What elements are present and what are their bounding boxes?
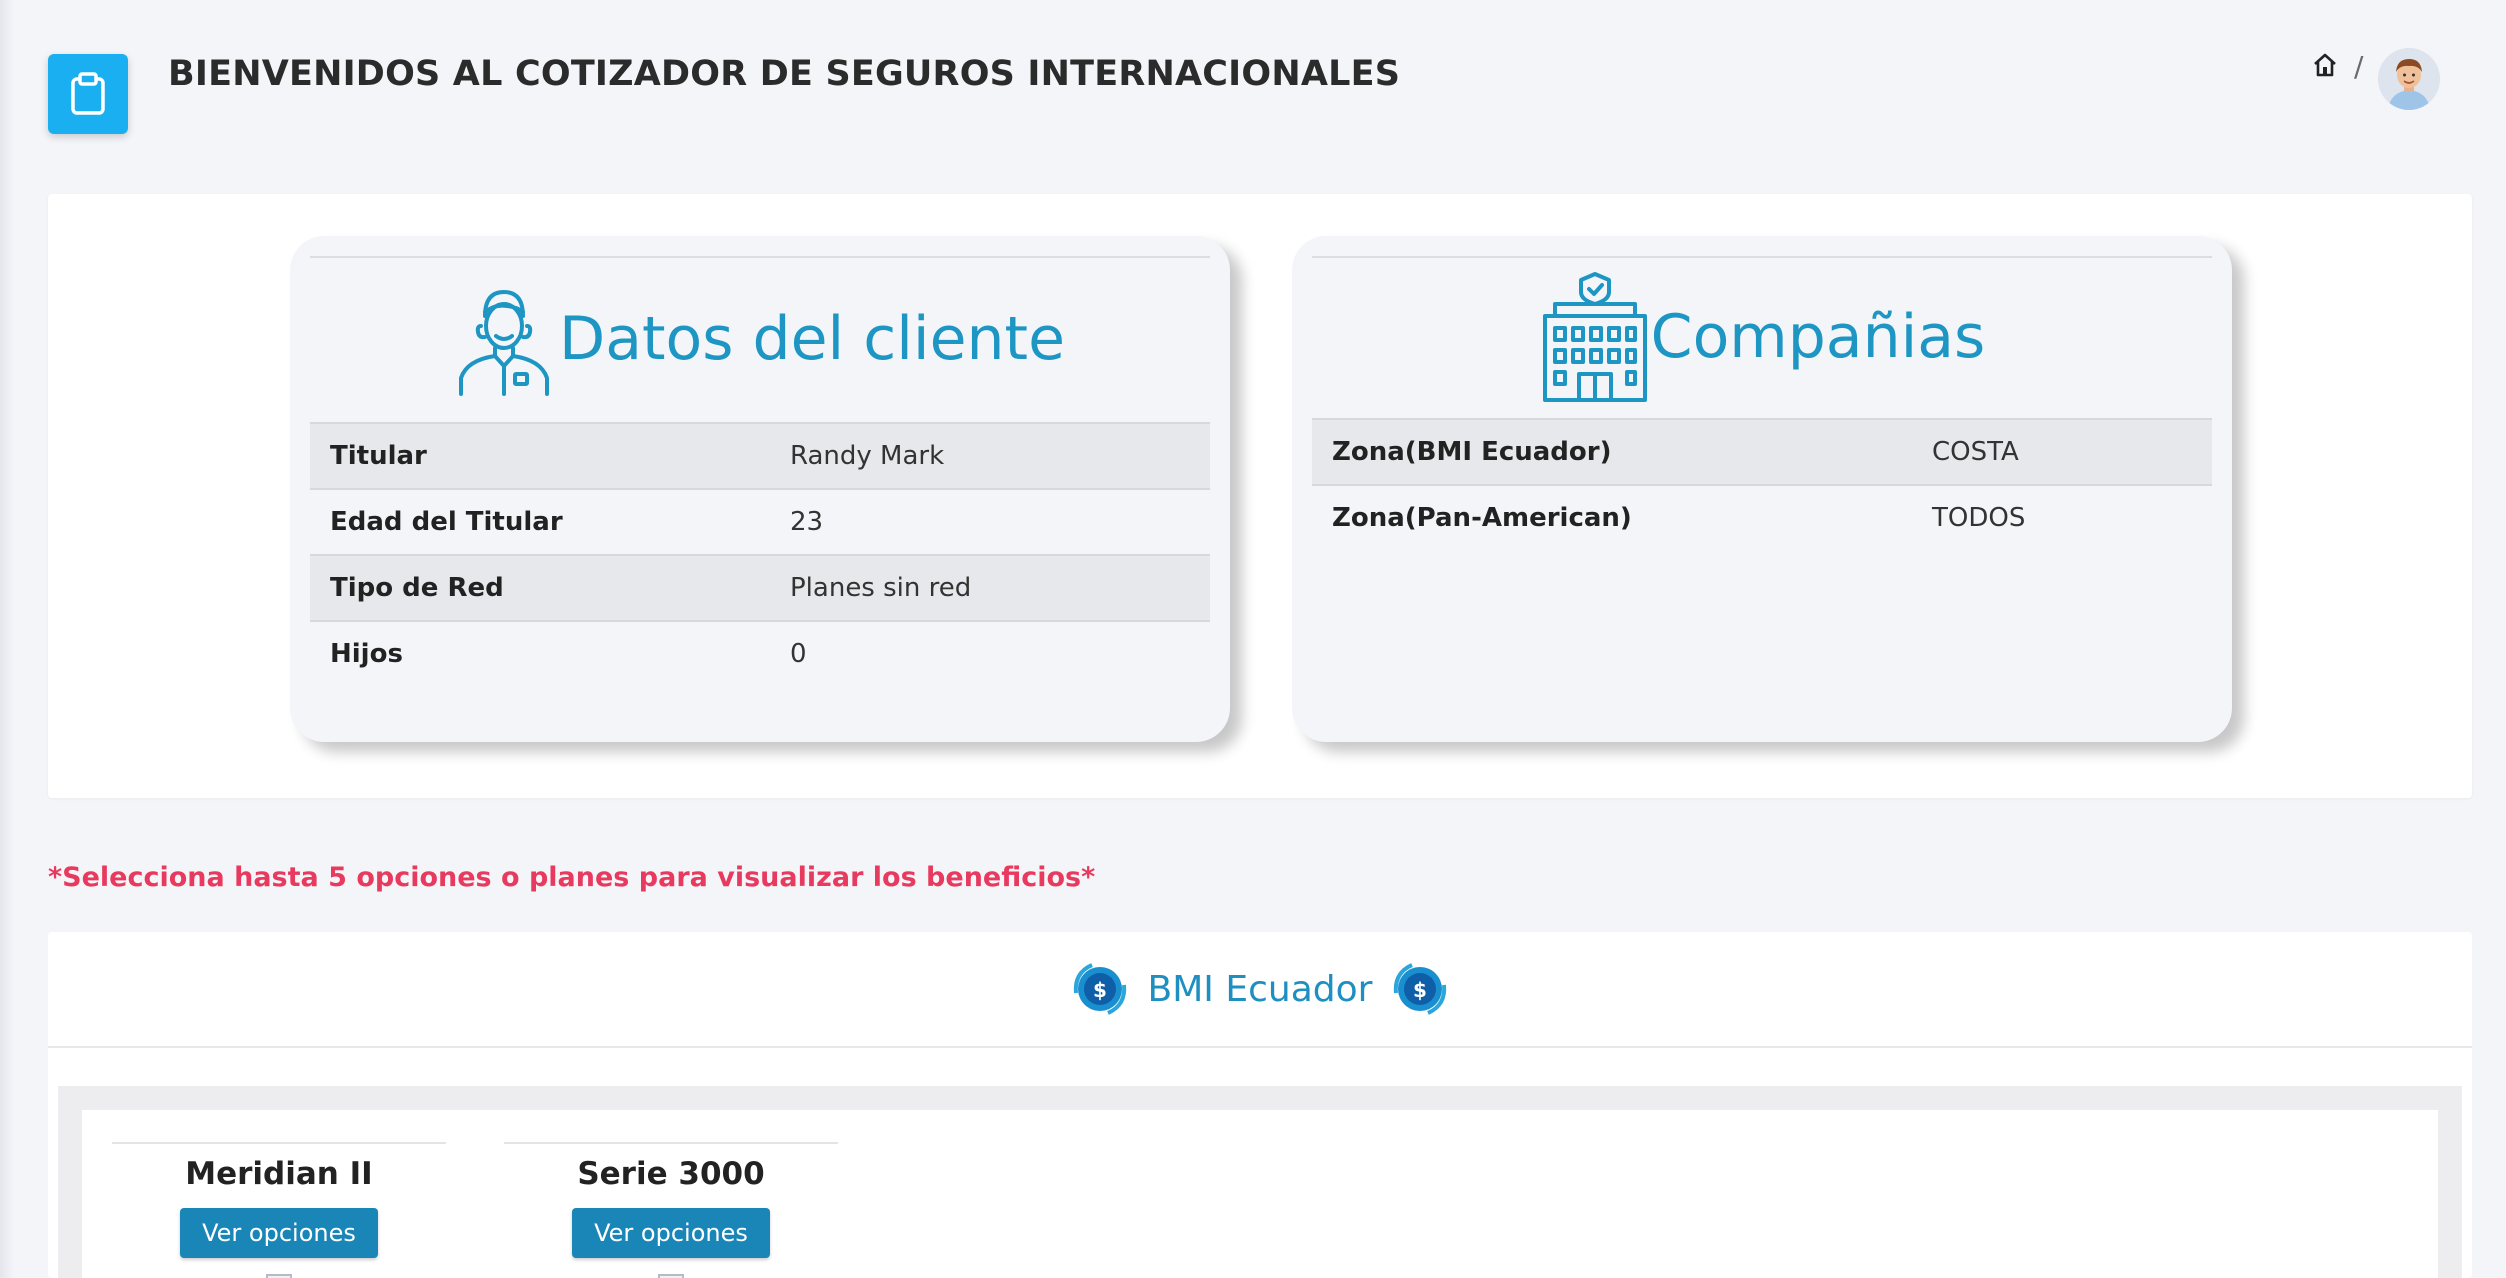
row-value: 23 [790,507,824,537]
breadcrumb-separator: / [2354,50,2364,83]
table-row: Titular Randy Mark [310,422,1210,488]
table-row: Hijos 0 [310,620,1210,686]
plan-card: Meridian II Ver opciones [112,1142,446,1278]
plan-image-placeholder [658,1274,684,1278]
row-value: TODOS [1932,503,2026,533]
company-header: $ BMI Ecuador $ [48,932,2472,1048]
dollar-coin-icon: $ [1390,959,1450,1019]
person-icon [455,282,553,396]
home-icon[interactable] [2312,52,2338,82]
companies-panel-header: Compañias [1292,270,2232,404]
plan-name: Serie 3000 [577,1156,765,1192]
divider [1312,256,2212,258]
selection-notice: *Selecciona hasta 5 opciones o planes pa… [48,862,1096,893]
plans-list: Meridian II Ver opciones Serie 3000 Ver … [82,1110,2438,1278]
table-row: Zona(Pan-American) TODOS [1312,484,2212,550]
view-options-button[interactable]: Ver opciones [572,1208,770,1258]
table-row: Zona(BMI Ecuador) COSTA [1312,418,2212,484]
view-options-button[interactable]: Ver opciones [180,1208,378,1258]
divider [310,256,1210,258]
svg-text:$: $ [1093,978,1107,1002]
companies-panel-title: Compañias [1650,302,1986,372]
row-label: Tipo de Red [330,573,504,603]
divider [504,1142,838,1144]
client-data-panel: Datos del cliente Titular Randy Mark Eda… [290,236,1230,742]
breadcrumb: / [2312,50,2363,83]
plan-card: Serie 3000 Ver opciones [504,1142,838,1278]
user-avatar[interactable] [2378,48,2440,110]
row-value: Randy Mark [790,441,945,471]
sidebar-edge [0,0,14,1278]
row-label: Titular [330,441,427,471]
row-label: Hijos [330,639,403,669]
companies-panel: Compañias Zona(BMI Ecuador) COSTA Zona(P… [1292,236,2232,742]
row-value: COSTA [1932,437,2019,467]
clipboard-icon [48,54,128,134]
row-label: Edad del Titular [330,507,563,537]
companies-table: Zona(BMI Ecuador) COSTA Zona(Pan-America… [1312,418,2212,550]
plan-name: Meridian II [185,1156,373,1192]
plan-image-placeholder [266,1274,292,1278]
row-value: 0 [790,639,807,669]
client-panel-title: Datos del cliente [559,304,1065,374]
table-row: Tipo de Red Planes sin red [310,554,1210,620]
plans-area: Meridian II Ver opciones Serie 3000 Ver … [58,1086,2462,1278]
company-name: BMI Ecuador [1147,968,1373,1010]
dollar-coin-icon: $ [1070,959,1130,1019]
page-title: BIENVENIDOS AL COTIZADOR DE SEGUROS INTE… [168,54,1401,94]
divider [112,1142,446,1144]
company-section: $ BMI Ecuador $ Meridian II Ver opciones [48,932,2472,1278]
row-label: Zona(Pan-American) [1332,503,1632,533]
row-label: Zona(BMI Ecuador) [1332,437,1612,467]
hospital-building-icon [1539,270,1651,404]
client-data-table: Titular Randy Mark Edad del Titular 23 T… [310,422,1210,686]
row-value: Planes sin red [790,573,972,603]
svg-text:$: $ [1413,978,1427,1002]
client-panel-header: Datos del cliente [290,282,1230,396]
table-row: Edad del Titular 23 [310,488,1210,554]
